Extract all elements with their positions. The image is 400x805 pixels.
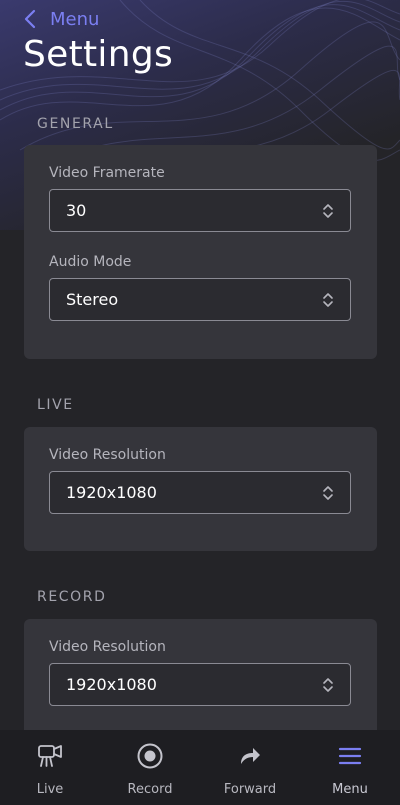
back-button[interactable]: Menu — [24, 6, 99, 32]
tab-forward-label: Forward — [223, 782, 277, 797]
tab-record[interactable]: Record — [100, 730, 200, 805]
framerate-label: Video Framerate — [49, 165, 165, 181]
tab-menu[interactable]: Menu — [300, 730, 400, 805]
back-label: Menu — [50, 8, 100, 30]
record-resolution-select[interactable]: 1920x1080 — [49, 663, 351, 706]
chevron-left-icon — [24, 9, 36, 29]
tab-live[interactable]: Live — [0, 730, 100, 805]
section-label-record: RECORD — [37, 589, 107, 605]
section-label-live: LIVE — [37, 397, 74, 413]
audio-mode-value: Stereo — [66, 290, 119, 309]
general-settings-card: Video Framerate 30 Audio Mode Stereo — [24, 145, 377, 359]
chevron-up-down-icon — [323, 204, 333, 218]
audio-mode-label: Audio Mode — [49, 254, 132, 270]
live-settings-card: Video Resolution 1920x1080 — [24, 427, 377, 551]
tab-record-label: Record — [127, 782, 173, 797]
video-camera-icon — [38, 745, 62, 767]
record-resolution-value: 1920x1080 — [66, 675, 157, 694]
record-resolution-label: Video Resolution — [49, 639, 166, 655]
bottom-tab-bar: Live Record Forward Menu — [0, 730, 400, 805]
section-label-general: GENERAL — [37, 116, 114, 132]
tab-forward[interactable]: Forward — [200, 730, 300, 805]
framerate-select[interactable]: 30 — [49, 189, 351, 232]
tab-live-label: Live — [36, 782, 64, 797]
live-resolution-label: Video Resolution — [49, 447, 166, 463]
record-icon — [137, 743, 163, 769]
page-title: Settings — [23, 34, 174, 75]
live-resolution-select[interactable]: 1920x1080 — [49, 471, 351, 514]
chevron-up-down-icon — [323, 293, 333, 307]
record-settings-card: Video Resolution 1920x1080 — [24, 619, 377, 743]
tab-menu-label: Menu — [332, 782, 368, 797]
forward-arrow-icon — [241, 748, 260, 764]
chevron-up-down-icon — [323, 678, 333, 692]
audio-mode-select[interactable]: Stereo — [49, 278, 351, 321]
menu-icon — [338, 747, 362, 765]
framerate-value: 30 — [66, 201, 87, 220]
live-resolution-value: 1920x1080 — [66, 483, 157, 502]
chevron-up-down-icon — [323, 486, 333, 500]
